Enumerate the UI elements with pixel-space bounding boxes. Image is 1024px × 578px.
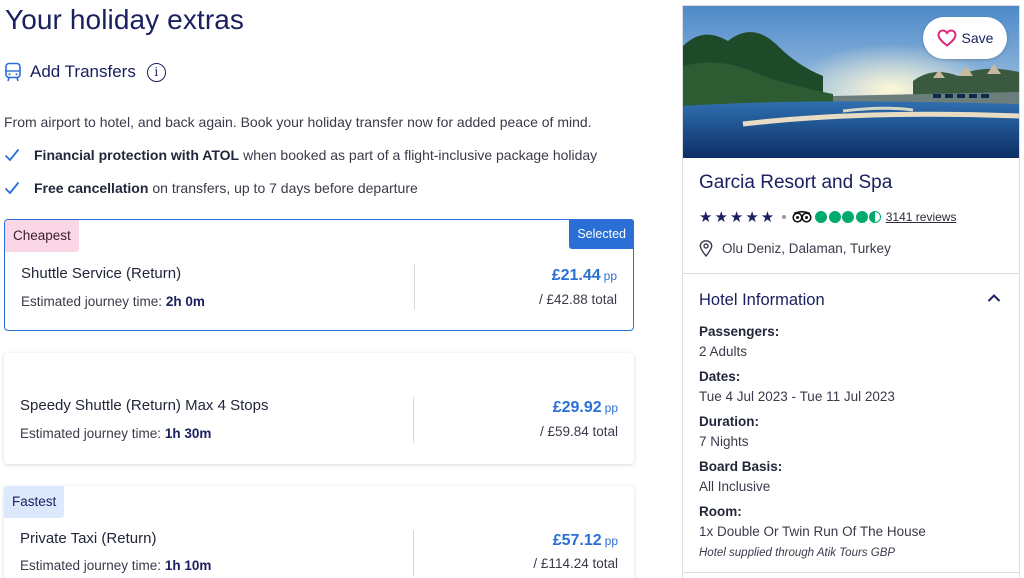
rating-bubble [842, 211, 855, 223]
passengers-label: Passengers: [699, 324, 780, 339]
benefit-bold: Financial protection with ATOL [34, 147, 240, 163]
rating-bubble [815, 211, 828, 223]
hotel-location: Olu Deniz, Dalaman, Turkey [699, 240, 891, 257]
transfer-option-shuttle[interactable]: Cheapest Selected Shuttle Service (Retur… [4, 219, 634, 331]
room-value: 1x Double Or Twin Run Of The House [699, 524, 926, 539]
cheapest-tag: Cheapest [5, 220, 79, 252]
price-total: / £59.84 total [539, 424, 618, 439]
checkmark-icon [4, 181, 20, 195]
card-divider [413, 530, 414, 576]
benefit-cancellation: Free cancellation on transfers, up to 7 … [4, 180, 418, 196]
transfer-name: Speedy Shuttle (Return) Max 4 Stops [20, 397, 269, 414]
page-title: Your holiday extras [5, 4, 245, 35]
save-button[interactable]: Save [923, 17, 1007, 59]
hotel-photo: Save [683, 6, 1019, 158]
card-divider [414, 264, 415, 310]
journey-time: Estimated journey time: 1h 10m [20, 558, 212, 573]
journey-time: Estimated journey time: 1h 30m [20, 426, 212, 441]
save-label: Save [961, 30, 994, 46]
info-icon[interactable]: i [146, 62, 166, 82]
add-transfers-header: Add Transfers i [4, 62, 166, 82]
transfer-name: Shuttle Service (Return) [21, 265, 182, 282]
dates-label: Dates: [699, 369, 741, 384]
transfers-section: Your holiday extras Add Transfers i From… [0, 0, 660, 578]
location-pin-icon [699, 240, 713, 257]
tripadvisor-owl-icon [792, 211, 812, 223]
supplier-note: Hotel supplied through Atik Tours GBP [699, 547, 896, 559]
price-per-person: £29.92 pp [552, 399, 618, 416]
journey-time: Estimated journey time: 2h 0m [21, 294, 205, 309]
room-label: Room: [699, 504, 742, 519]
checkmark-icon [4, 148, 20, 162]
reviews-link[interactable]: 3141 reviews [886, 210, 957, 224]
rating-bubble [855, 211, 868, 223]
card-divider [413, 397, 414, 443]
hotel-rating: ★★★★★ 3141 reviews [699, 208, 956, 226]
bus-icon [5, 62, 21, 82]
passengers-value: 2 Adults [699, 344, 748, 359]
board-basis-label: Board Basis: [699, 459, 783, 474]
divider [683, 572, 1019, 573]
divider [683, 273, 1019, 274]
rating-bubble-half [869, 211, 882, 223]
hotel-name: Garcia Resort and Spa [699, 172, 893, 193]
board-basis-value: All Inclusive [699, 479, 771, 494]
selected-badge: Selected [569, 219, 634, 249]
hotel-summary-panel: Save Garcia Resort and Spa ★★★★★ 3141 re… [682, 5, 1020, 578]
add-transfers-title: Add Transfers [30, 62, 136, 81]
fastest-tag: Fastest [4, 486, 65, 518]
price-total: / £114.24 total [533, 556, 618, 571]
rating-bubble [828, 211, 841, 223]
heart-icon [937, 29, 957, 47]
price-per-person: £21.44 pp [551, 267, 617, 284]
chevron-up-icon[interactable] [987, 293, 1001, 303]
tripadvisor-bubbles [815, 211, 883, 223]
hotel-information-title[interactable]: Hotel Information [699, 291, 825, 310]
separator-dot [782, 215, 787, 219]
location-text: Olu Deniz, Dalaman, Turkey [722, 241, 891, 256]
dates-value: Tue 4 Jul 2023 - Tue 11 Jul 2023 [699, 389, 895, 404]
benefit-text: on transfers, up to 7 days before depart… [152, 180, 418, 196]
benefit-text: when booked as part of a flight-inclusiv… [243, 147, 598, 163]
benefit-atol: Financial protection with ATOL when book… [4, 147, 597, 163]
transfers-intro: From airport to hotel, and back again. B… [4, 114, 592, 130]
transfer-name: Private Taxi (Return) [20, 530, 157, 547]
transfer-option-private-taxi[interactable]: Fastest Private Taxi (Return) Estimated … [4, 486, 634, 578]
benefit-bold: Free cancellation [34, 180, 149, 196]
price-per-person: £57.12 pp [552, 532, 618, 549]
duration-value: 7 Nights [699, 434, 749, 449]
transfer-option-speedy-shuttle[interactable]: Speedy Shuttle (Return) Max 4 Stops Esti… [4, 353, 634, 464]
star-rating: ★★★★★ [699, 209, 777, 226]
duration-label: Duration: [699, 414, 759, 429]
price-total: / £42.88 total [538, 292, 617, 307]
